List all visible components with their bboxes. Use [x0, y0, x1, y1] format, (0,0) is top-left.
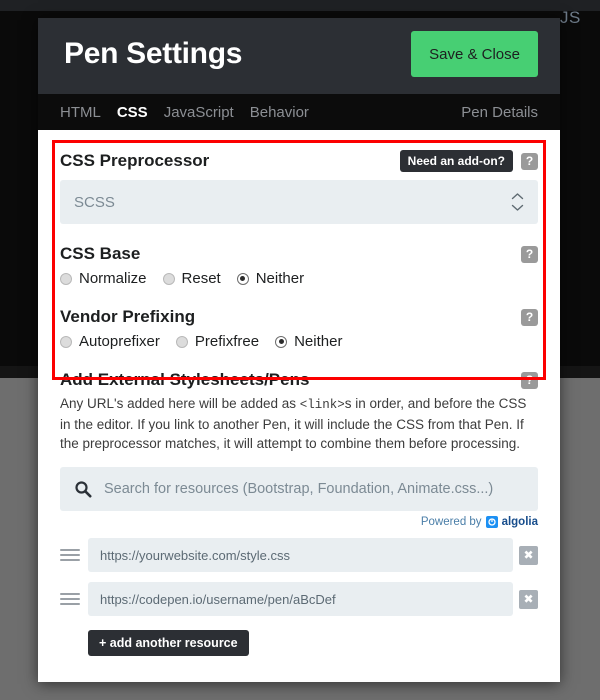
css-preprocessor-section-header: CSS Preprocessor Need an add-on? ? — [60, 150, 538, 172]
radio-indicator-selected — [275, 335, 288, 348]
need-an-addon-badge[interactable]: Need an add-on? — [399, 150, 513, 172]
tab-javascript[interactable]: JavaScript — [164, 104, 234, 121]
external-stylesheets-description: Any URL's added here will be added as <l… — [60, 394, 538, 453]
desc-part-1: Any URL's added here will be added as — [60, 396, 300, 411]
radio-indicator-selected — [236, 272, 249, 285]
tab-css[interactable]: CSS — [117, 104, 148, 121]
radio-vendor-prefixfree[interactable]: Prefixfree — [175, 333, 260, 350]
radio-css-base-reset[interactable]: Reset — [162, 270, 221, 287]
settings-tabbar: HTML CSS JavaScript Behavior Pen Details — [38, 94, 560, 130]
drag-handle-icon[interactable] — [60, 546, 80, 564]
radio-label: Normalize — [79, 270, 147, 287]
radio-indicator — [60, 335, 72, 348]
radio-label: Prefixfree — [194, 333, 260, 350]
radio-indicator — [175, 335, 188, 348]
help-icon[interactable]: ? — [521, 245, 538, 263]
pen-settings-modal: Pen Settings Save & Close HTML CSS JavaS… — [38, 18, 560, 682]
tab-pen-details[interactable]: Pen Details — [461, 104, 538, 121]
drag-handle-icon[interactable] — [60, 590, 80, 608]
remove-resource-button[interactable]: ✖ — [519, 545, 538, 565]
help-icon[interactable]: ? — [521, 152, 538, 170]
radio-vendor-neither[interactable]: Neither — [275, 333, 342, 350]
resource-search-field[interactable] — [60, 467, 538, 511]
vendor-prefixing-section-header: Vendor Prefixing ? — [60, 307, 538, 327]
resource-url-input[interactable] — [88, 582, 513, 616]
algolia-logo-icon — [485, 516, 498, 528]
modal-header: Pen Settings Save & Close — [38, 18, 560, 94]
radio-vendor-autoprefixer[interactable]: Autoprefixer — [60, 333, 160, 350]
tab-html[interactable]: HTML — [60, 104, 101, 121]
help-icon[interactable]: ? — [521, 371, 538, 389]
radio-indicator — [60, 272, 72, 285]
resource-row: ✖ — [60, 582, 538, 616]
external-stylesheets-title: Add External Stylesheets/Pens — [60, 370, 310, 389]
radio-label: Neither — [255, 270, 305, 287]
radio-css-base-normalize[interactable]: Normalize — [60, 270, 147, 287]
resource-url-input[interactable] — [88, 538, 513, 572]
search-icon — [74, 480, 92, 498]
backdrop-js-tab-label[interactable]: JS — [560, 8, 581, 28]
radio-label: Neither — [294, 333, 343, 350]
chevron-updown-icon[interactable] — [511, 193, 524, 212]
css-base-radio-group: Normalize Reset Neither — [60, 270, 538, 287]
css-base-section-header: CSS Base ? — [60, 244, 538, 264]
algolia-attribution: Powered by algolia — [60, 516, 538, 528]
vendor-prefixing-title: Vendor Prefixing — [60, 307, 196, 326]
radio-label: Reset — [181, 270, 221, 287]
radio-label: Autoprefixer — [79, 333, 160, 350]
modal-body: CSS Preprocessor Need an add-on? ? SCSS … — [38, 130, 560, 682]
algolia-name: algolia — [501, 516, 538, 528]
radio-indicator — [162, 272, 175, 285]
page-title: Pen Settings — [64, 37, 243, 70]
powered-by-label: Powered by — [420, 516, 482, 528]
resource-row: ✖ — [60, 538, 538, 572]
help-icon[interactable]: ? — [521, 308, 538, 326]
tab-behavior[interactable]: Behavior — [250, 104, 309, 121]
search-input[interactable] — [104, 481, 524, 497]
save-and-close-button[interactable]: Save & Close — [411, 31, 538, 77]
css-preprocessor-title: CSS Preprocessor — [60, 151, 210, 170]
css-preprocessor-select[interactable]: SCSS — [60, 180, 538, 224]
css-base-title: CSS Base — [60, 244, 141, 263]
radio-css-base-neither[interactable]: Neither — [236, 270, 305, 287]
vendor-prefixing-radio-group: Autoprefixer Prefixfree Neither — [60, 333, 538, 350]
add-another-resource-button[interactable]: + add another resource — [88, 630, 249, 656]
css-preprocessor-selected-value: SCSS — [74, 193, 115, 211]
remove-resource-button[interactable]: ✖ — [519, 589, 538, 609]
desc-code-link: <link> — [299, 398, 345, 412]
external-stylesheets-section-header: Add External Stylesheets/Pens ? — [60, 370, 538, 390]
backdrop-toolbar — [0, 0, 600, 11]
